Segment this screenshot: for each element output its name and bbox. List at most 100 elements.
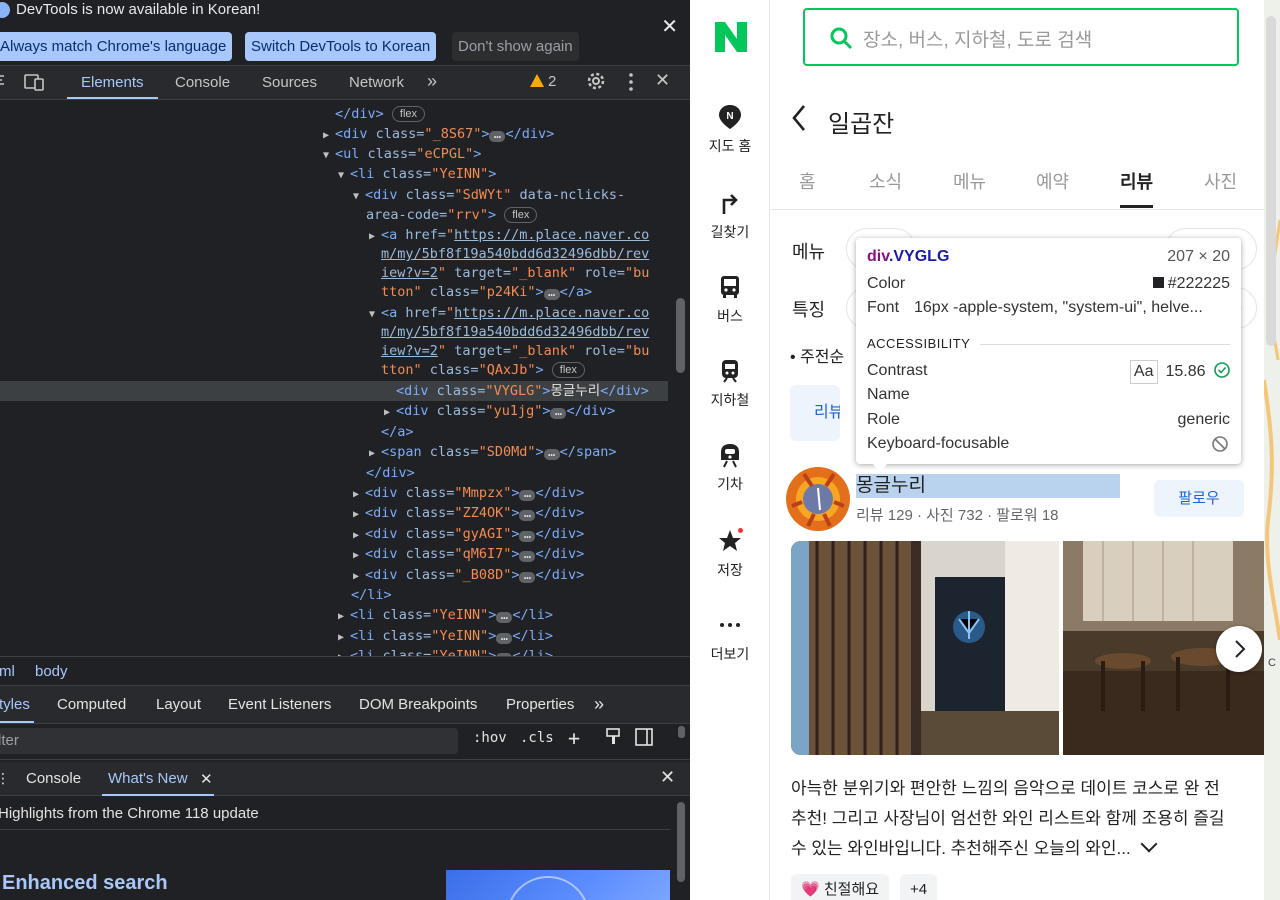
tab-elements[interactable]: Elements [67,66,157,99]
tab-reviews[interactable]: 리뷰 [1120,168,1154,208]
tab-sources[interactable]: Sources [262,66,317,99]
follow-button[interactable]: 팔로우 [1154,480,1244,517]
tab-menu[interactable]: 메뉴 [953,168,986,194]
device-toolbar-icon[interactable] [24,72,46,97]
kebab-menu-icon[interactable] [626,72,636,97]
warning-count: 2 [548,73,557,90]
rail-item-more[interactable]: 더보기 [690,612,770,664]
toggle-sidebar-icon[interactable] [635,728,653,750]
drawer-menu-icon[interactable]: ⋮ [0,770,10,787]
tab-event-listeners[interactable]: Event Listeners [228,696,331,713]
search-input[interactable]: 장소, 버스, 지하철, 도로 검색 [863,25,1092,52]
drawer-tab-console[interactable]: Console [26,770,81,787]
info-icon [0,2,10,18]
keyword-tag[interactable]: 💗 친절해요 [791,874,890,900]
breadcrumb-html[interactable]: ml [0,663,15,680]
breadcrumb-body[interactable]: body [35,663,68,680]
dom-node-selected[interactable]: <div class="VYGLG">몽글누리</div> [0,381,668,401]
tab-network[interactable]: Network [349,66,404,99]
rail-item-saved[interactable]: 저장 [690,528,770,580]
place-search-box[interactable]: 장소, 버스, 지하철, 도로 검색 [803,8,1239,66]
switch-to-korean-button[interactable]: Switch DevTools to Korean [245,32,437,61]
sort-order[interactable]: • 주전순 [790,343,844,367]
dom-node[interactable]: ▼ <div class="SdWYt" data-nclicks- [353,185,625,205]
styles-subtabs: tyles Computed Layout Event Listeners DO… [0,686,690,724]
dom-node[interactable]: ▶ <div class="yu1jg">… </div> [384,401,615,421]
dom-tree-scrollbar[interactable] [676,298,685,373]
tab-styles[interactable]: tyles [0,696,34,723]
tab-reservation[interactable]: 예약 [1036,168,1069,194]
rail-item-directions[interactable]: 길찾기 [690,190,770,242]
tab-dom-breakpoints[interactable]: DOM Breakpoints [359,696,477,713]
more-tabs-chevron-icon[interactable]: » [427,71,437,92]
styles-filter-input[interactable]: lter [0,728,458,754]
panel-scrollbar[interactable] [1266,16,1276,346]
always-match-language-button[interactable]: Always match Chrome's language [0,32,233,61]
hov-toggle[interactable]: :hov [473,730,507,746]
author-avatar[interactable] [784,466,852,532]
tab-computed[interactable]: Computed [57,696,126,713]
expand-chevron-down-icon[interactable] [1140,835,1158,853]
dom-node[interactable]: ▶ <div class="ZZ4OK">… </div> [353,503,584,523]
inspect-tooltip: div.VYGLG 207 × 20 Color #222225 Font 16… [856,238,1241,472]
dom-node[interactable]: ▶ <span class="SD0Md">… </span> [369,442,617,462]
dom-node[interactable]: ▶<li class="YeINN">…</li> [338,626,553,646]
dom-node[interactable]: ▶ <a href="https://m.place.naver.co [369,225,649,245]
new-style-rule-icon[interactable]: + [568,726,580,750]
rail-item-subway[interactable]: 지하철 [690,358,770,410]
rail-label: 지하철 [710,392,750,408]
review-more-button[interactable]: 리뷰 플 [790,385,840,441]
review-photo[interactable] [791,541,1059,755]
tab-home[interactable]: 홈 [799,168,816,194]
inspect-element-icon[interactable] [0,72,10,97]
dont-show-again-button[interactable]: Don't show again [452,32,579,61]
divider [0,829,670,830]
dom-node[interactable]: ▶<li class="YeINN">…</li> [338,605,553,625]
rail-item-train[interactable]: 기차 [690,442,770,494]
paint-brush-icon[interactable] [605,728,621,750]
rail-label: 저장 [717,562,743,578]
drawer-tab-whats-new[interactable]: What's New [102,770,213,796]
dom-node[interactable]: ▶ <div class="_B08D">… </div> [353,565,584,585]
more-subtabs-chevron-icon[interactable]: » [594,694,604,715]
close-drawer-icon[interactable]: ✕ [660,767,675,788]
back-arrow-icon[interactable] [792,104,806,132]
rail-item-bus[interactable]: 버스 [690,274,770,326]
map-pin-icon: N [719,105,741,129]
dom-node[interactable]: ▼ <a href="https://m.place.naver.co [369,303,649,323]
tab-photos[interactable]: 사진 [1204,168,1237,194]
dom-node[interactable]: ▶ <div class="_8S67">… </div> [323,124,554,144]
dom-node[interactable]: ▶ <div class="Mmpzx">… </div> [353,483,584,503]
close-devtools-icon[interactable]: ✕ [655,70,670,91]
rail-item-map-home[interactable]: N 지도 홈 [690,104,770,156]
tab-console[interactable]: Console [175,66,230,99]
enhanced-search-link[interactable]: Enhanced search [2,872,168,895]
whats-new-scrollbar[interactable] [677,802,685,882]
cls-toggle[interactable]: .cls [520,730,554,746]
naver-logo[interactable] [715,22,747,52]
warning-counter[interactable]: 2 [530,73,556,90]
dom-node[interactable]: ▼ <ul class="eCPGL"> [323,144,481,164]
close-infobar-icon[interactable]: ✕ [661,14,678,39]
dom-node[interactable]: ▶ <div class="qM6I7">… </div> [353,544,584,564]
dom-node-cont: area-code="rrv"> flex [366,205,538,225]
styles-scrollbar[interactable] [678,726,685,738]
close-whats-new-icon[interactable]: ✕ [200,770,213,788]
more-tags-chip[interactable]: +4 [900,874,938,900]
tab-properties[interactable]: Properties [506,696,574,713]
drawer-tabs: ⋮ Console What's New ✕ ✕ [0,762,690,796]
tab-news[interactable]: 소식 [869,168,902,194]
dom-node[interactable]: ▶ <div class="gyAGI">… </div> [353,524,584,544]
dom-node[interactable]: </a> [381,422,414,442]
review-body[interactable]: 아늑한 분위기와 편안한 느낌의 음악으로 데이트 코스로 완 전 추천! 그리… [791,774,1241,864]
next-photo-button[interactable] [1216,626,1262,672]
dom-node[interactable]: </div> [366,463,415,483]
dom-node[interactable]: </div> flex [335,104,426,124]
settings-gear-icon[interactable] [586,71,606,96]
tab-layout[interactable]: Layout [156,696,201,713]
tooltip-name-row: Name [867,386,910,403]
dom-node[interactable]: ▼ <li class="YeINN"> [338,164,496,184]
dom-node[interactable]: </li> [351,585,392,605]
dom-node[interactable]: ▶<li class="YeINN">…</li> [338,646,553,656]
author-name[interactable]: 몽글누리 [856,474,1120,498]
